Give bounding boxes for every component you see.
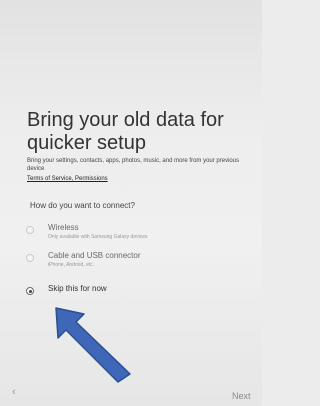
option-wireless[interactable]: Wireless Only available with Samsung Gal… (26, 223, 236, 251)
page-description: Bring your settings, contacts, apps, pho… (27, 158, 240, 172)
page-title: Bring your old data for quicker setup (27, 109, 224, 154)
arrow-icon (55, 307, 131, 383)
option-wireless-sublabel: Only available with Samsung Galaxy devic… (48, 234, 148, 240)
radio-skip[interactable] (26, 287, 34, 295)
next-button[interactable]: Next (232, 391, 251, 401)
setup-screen: Bring your old data for quicker setup Br… (0, 0, 262, 406)
option-cable-usb-label: Cable and USB connector (48, 251, 141, 260)
option-wireless-label: Wireless (48, 223, 79, 232)
radio-wireless[interactable] (26, 226, 34, 234)
option-cable-usb-sublabel: iPhone, Android, etc. (48, 262, 95, 268)
option-skip-label: Skip this for now (48, 284, 107, 293)
option-cable-usb[interactable]: Cable and USB connector iPhone, Android,… (26, 251, 236, 279)
connect-question: How do you want to connect? (30, 201, 135, 210)
terms-permissions-link[interactable]: Terms of Service, Permissions (27, 175, 108, 183)
chevron-left-icon[interactable]: ‹ (12, 386, 16, 398)
radio-cable-usb[interactable] (26, 254, 34, 262)
